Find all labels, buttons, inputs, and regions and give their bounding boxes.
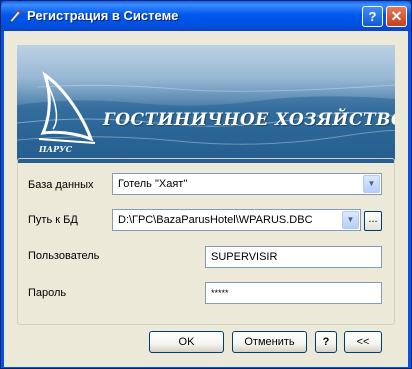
ok-button[interactable]: OK xyxy=(149,331,224,353)
help-button[interactable]: ? xyxy=(315,331,337,353)
database-value: Готель "Хаят" xyxy=(118,178,188,190)
cancel-button[interactable]: Отменить xyxy=(232,331,307,353)
chevron-down-icon[interactable]: ▼ xyxy=(342,211,359,229)
title-bar[interactable]: Регистрация в Системе ? ✕ xyxy=(1,1,411,31)
password-label: Пароль xyxy=(28,287,67,299)
login-dialog: Регистрация в Системе ? ✕ ПАРУС ГОСТИНИЧ… xyxy=(0,0,412,369)
collapse-button[interactable]: << xyxy=(344,331,382,353)
pen-icon xyxy=(9,9,22,23)
window-title: Регистрация в Системе xyxy=(27,8,179,23)
banner: ПАРУС ГОСТИНИЧНОЕ ХОЗЯЙСТВО xyxy=(17,45,395,163)
chevron-down-icon[interactable]: ▼ xyxy=(363,175,380,193)
banner-title: ГОСТИНИЧНОЕ ХОЗЯЙСТВО xyxy=(103,110,395,130)
database-select[interactable]: Готель "Хаят" ▼ xyxy=(112,173,382,195)
browse-button[interactable]: ... xyxy=(364,211,382,231)
help-title-button[interactable]: ? xyxy=(362,6,383,27)
close-button[interactable]: ✕ xyxy=(386,6,407,27)
db-path-value: D:\ГРС\BazaParusHotel\WPARUS.DBC xyxy=(118,214,313,226)
user-label: Пользователь xyxy=(28,250,100,262)
db-path-select[interactable]: D:\ГРС\BazaParusHotel\WPARUS.DBC ▼ xyxy=(112,209,361,231)
sail-logo-icon xyxy=(38,71,96,144)
user-input[interactable]: SUPERVISIR xyxy=(205,246,382,268)
database-label: База данных xyxy=(28,179,94,191)
password-input[interactable]: ***** xyxy=(205,282,382,304)
dialog-body: ПАРУС ГОСТИНИЧНОЕ ХОЗЯЙСТВО База данных … xyxy=(4,31,408,367)
db-path-label: Путь к БД xyxy=(28,214,78,226)
logo-caption: ПАРУС xyxy=(39,144,72,154)
